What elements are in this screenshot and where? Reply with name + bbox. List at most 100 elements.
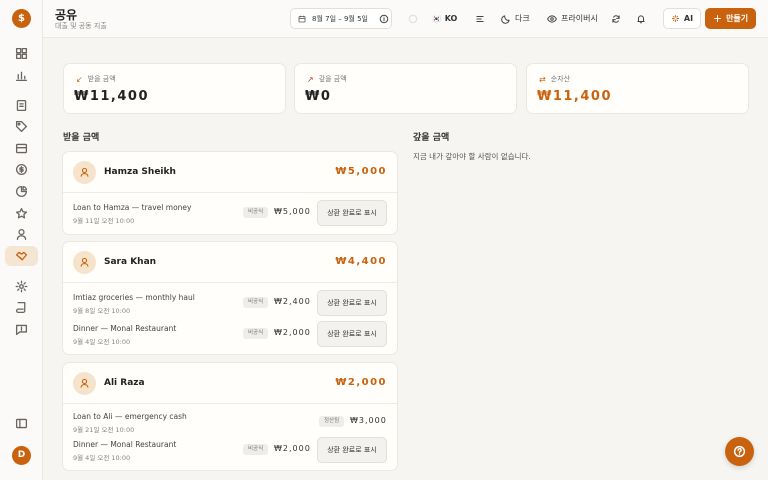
- entry-amount: ₩2,000: [274, 444, 311, 453]
- entry-title: Imtiaz groceries — monthly haul: [73, 293, 195, 302]
- calendar-icon: [298, 15, 306, 22]
- info-icon[interactable]: [379, 11, 389, 26]
- stat-value: ₩11,400: [74, 89, 150, 104]
- user-icon: [80, 257, 89, 267]
- entry-amount: ₩2,400: [274, 297, 311, 306]
- person-card: Sara Khan ₩4,400 Imtiaz groceries — mont…: [62, 241, 398, 355]
- theme-toggle[interactable]: 다크: [501, 11, 530, 26]
- person-avatar: [73, 251, 96, 274]
- korea-flag-icon: 🇰🇷: [432, 14, 441, 23]
- entry-amount: ₩2,000: [274, 328, 311, 337]
- person-total: ₩5,000: [335, 166, 387, 177]
- nav-chart-icon[interactable]: [12, 66, 30, 84]
- language-selector[interactable]: 🇰🇷 KO: [432, 11, 457, 26]
- status-badge: 비공식: [243, 297, 269, 308]
- entry-amount: ₩3,000: [350, 416, 387, 425]
- nav-document-icon[interactable]: [12, 96, 30, 114]
- stat-value: ₩0: [305, 89, 332, 104]
- list-item: Loan to Ali — emergency cash 9월 21일 오전 1…: [63, 409, 397, 439]
- mark-settled-button[interactable]: 상환 완료로 표시: [317, 437, 387, 463]
- nav-user-icon[interactable]: [12, 225, 30, 243]
- nav-archive-icon[interactable]: [12, 139, 30, 157]
- entry-title: Loan to Ali — emergency cash: [73, 412, 187, 421]
- app-logo[interactable]: $: [12, 9, 31, 28]
- list-item: Dinner — Monal Restaurant 9월 4일 오전 10:00…: [63, 321, 397, 351]
- date-range-picker[interactable]: 8월 7일 – 9월 5일: [290, 8, 392, 29]
- help-icon: [733, 445, 746, 458]
- privacy-label: 프라이버시: [561, 14, 598, 23]
- create-label: 만들기: [726, 14, 749, 23]
- stat-value: ₩11,400: [537, 89, 613, 104]
- handshake-icon: [12, 247, 30, 265]
- nav-dollar-icon[interactable]: [12, 160, 30, 178]
- arrow-down-left-icon: ↙: [76, 74, 83, 84]
- nav-dashboard-icon[interactable]: [12, 44, 30, 62]
- stat-label: 순자산: [550, 75, 571, 83]
- person-header[interactable]: Ali Raza ₩2,000: [63, 363, 397, 404]
- refresh-icon[interactable]: [611, 11, 621, 26]
- stat-label: 받을 금액: [87, 75, 116, 83]
- entry-date: 9월 21일 오전 10:00: [73, 426, 135, 434]
- nav-feedback-icon[interactable]: [12, 320, 30, 338]
- list-item: Dinner — Monal Restaurant 9월 4일 오전 10:00…: [63, 437, 397, 467]
- stat-label: 갚을 금액: [318, 75, 347, 83]
- person-name: Hamza Sheikh: [104, 167, 176, 177]
- person-card: Ali Raza ₩2,000 Loan to Ali — emergency …: [62, 362, 398, 471]
- top-header: 공유 대출 및 공동 지출 8월 7일 – 9월 5일 🇰🇷 KO 다크 프라이…: [43, 0, 768, 38]
- arrow-up-right-icon: ↗: [307, 74, 314, 84]
- create-button[interactable]: + 만들기: [705, 8, 756, 29]
- stat-payable: ↗ 갚을 금액 ₩0: [294, 63, 517, 114]
- sparkle-icon: [672, 15, 679, 22]
- section-receivable-title: 받을 금액: [63, 133, 100, 143]
- entry-date: 9월 4일 오전 10:00: [73, 338, 131, 346]
- page-subtitle: 대출 및 공동 지출: [55, 22, 107, 30]
- eye-icon: [547, 14, 557, 23]
- entry-date: 9월 4일 오전 10:00: [73, 454, 131, 462]
- sidebar: $ D: [0, 0, 43, 480]
- person-total: ₩4,400: [335, 256, 387, 267]
- nav-tag-icon[interactable]: [12, 117, 30, 135]
- status-badge: 비공식: [243, 328, 269, 339]
- nav-star-icon[interactable]: [12, 204, 30, 222]
- nav-shared-active[interactable]: [5, 246, 38, 266]
- section-payable-title: 갚을 금액: [413, 133, 450, 143]
- person-avatar: [73, 161, 96, 184]
- mark-settled-button[interactable]: 상환 완료로 표시: [317, 290, 387, 316]
- exchange-icon: ⇄: [539, 74, 546, 84]
- list-item: Loan to Hamza — travel money 9월 11일 오전 1…: [63, 200, 397, 230]
- language-label: KO: [444, 14, 458, 23]
- person-header[interactable]: Sara Khan ₩4,400: [63, 242, 397, 283]
- mark-settled-button[interactable]: 상환 완료로 표시: [317, 200, 387, 226]
- date-range-text: 8월 7일 – 9월 5일: [312, 14, 368, 23]
- person-header[interactable]: Hamza Sheikh ₩5,000: [63, 152, 397, 193]
- privacy-toggle[interactable]: 프라이버시: [547, 11, 598, 26]
- status-badge: 비공식: [243, 207, 269, 218]
- stat-net: ⇄ 순자산 ₩11,400: [526, 63, 749, 114]
- sidebar-collapse-icon[interactable]: [12, 414, 30, 432]
- nav-pie-icon[interactable]: [12, 182, 30, 200]
- nav-settings-icon[interactable]: [12, 277, 30, 295]
- entry-amount: ₩5,000: [274, 207, 311, 216]
- ai-label: AI: [683, 14, 694, 23]
- entry-title: Dinner — Monal Restaurant: [73, 324, 177, 333]
- list-item: Imtiaz groceries — monthly haul 9월 8일 오전…: [63, 290, 397, 320]
- stat-receivable: ↙ 받을 금액 ₩11,400: [63, 63, 286, 114]
- theme-label: 다크: [515, 14, 530, 23]
- user-avatar[interactable]: D: [12, 446, 31, 465]
- payable-empty-message: 지금 내가 갚아야 할 사람이 없습니다.: [413, 152, 531, 161]
- entry-date: 9월 8일 오전 10:00: [73, 307, 131, 315]
- status-badge: 정산됨: [319, 416, 345, 427]
- bell-icon[interactable]: [636, 11, 646, 26]
- status-dot: [408, 11, 418, 26]
- ai-button[interactable]: AI: [663, 8, 701, 29]
- mark-settled-button[interactable]: 상환 완료로 표시: [317, 321, 387, 347]
- nav-scroll-icon[interactable]: [12, 298, 30, 316]
- moon-icon: [501, 14, 510, 24]
- user-icon: [80, 167, 89, 177]
- menu-lines-icon[interactable]: [475, 11, 485, 26]
- help-button[interactable]: [725, 437, 754, 466]
- person-avatar: [73, 372, 96, 395]
- person-name: Ali Raza: [104, 378, 145, 388]
- entry-title: Dinner — Monal Restaurant: [73, 440, 177, 449]
- entry-date: 9월 11일 오전 10:00: [73, 217, 135, 225]
